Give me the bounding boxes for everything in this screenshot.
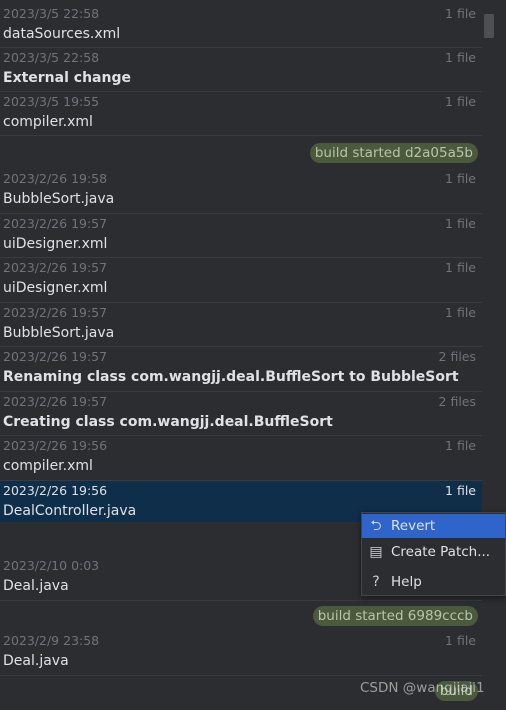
entry-title: uiDesigner.xml <box>3 236 108 252</box>
menu-item-label: Create Patch... <box>391 544 491 560</box>
label-row: build started d2a05a5b <box>0 141 482 165</box>
entry-file-count: 2 files <box>438 394 476 409</box>
menu-item-revert[interactable]: ⮌ Revert <box>362 514 505 538</box>
entry-date: 2023/3/5 22:58 <box>3 6 100 21</box>
build-label-chip[interactable]: build started 6989cccb <box>312 606 478 626</box>
entry-title: DealController.java <box>3 503 137 519</box>
local-history-list: 2023/3/5 22:58 1 file dataSources.xml 2023/… <box>0 0 482 710</box>
history-entry[interactable]: 2023/2/26 19:57 2 files Renaming class com… <box>0 347 482 392</box>
entry-title: External change <box>3 70 131 86</box>
history-entry[interactable]: 2023/2/26 19:57 1 file BubbleSort.java <box>0 303 482 347</box>
entry-file-count: 1 file <box>445 305 476 320</box>
entry-file-count: 1 file <box>445 94 476 109</box>
entry-title: uiDesigner.xml <box>3 280 108 296</box>
build-label-chip[interactable]: build started d2a05a5b <box>309 143 478 163</box>
history-entry[interactable]: 2023/2/26 19:57 2 files Creating class com… <box>0 392 482 436</box>
scrollbar-thumb[interactable] <box>484 14 494 38</box>
entry-file-count: 1 file <box>445 6 476 21</box>
history-entry[interactable]: 2023/2/26 19:57 1 file uiDesigner.xml <box>0 214 482 258</box>
entry-date: 2023/2/26 19:57 <box>3 305 108 320</box>
entry-title: Deal.java <box>3 578 69 594</box>
entry-file-count: 1 file <box>445 633 476 648</box>
entry-file-count: 1 file <box>445 438 476 453</box>
entry-file-count: 1 file <box>445 260 476 275</box>
entry-title: Creating class com.wangjj.deal.BuffleSor… <box>3 414 333 430</box>
history-entry[interactable]: 2023/3/5 22:58 1 file dataSources.xml <box>0 4 482 48</box>
revert-icon: ⮌ <box>370 518 382 534</box>
menu-item-label: Help <box>391 574 422 590</box>
menu-item-create-patch[interactable]: ▤ Create Patch... <box>362 540 505 564</box>
entry-date: 2023/2/26 19:57 <box>3 394 108 409</box>
menu-item-label: Revert <box>391 518 436 534</box>
entry-file-count: 1 file <box>445 50 476 65</box>
entry-file-count: 1 file <box>445 483 476 498</box>
entry-title: compiler.xml <box>3 114 93 130</box>
entry-file-count: 2 files <box>438 349 476 364</box>
entry-date: 2023/3/5 19:55 <box>3 94 100 109</box>
context-menu: ⮌ Revert ▤ Create Patch...? Help <box>361 512 506 596</box>
entry-date: 2023/2/26 19:56 <box>3 483 108 498</box>
entry-title: Renaming class com.wangjj.deal.BuffleSor… <box>3 369 459 385</box>
entry-date: 2023/2/26 19:58 <box>3 171 108 186</box>
entry-file-count: 1 file <box>445 216 476 231</box>
history-entry[interactable]: 2023/2/26 19:58 1 file BubbleSort.java <box>0 169 482 214</box>
entry-date: 2023/2/26 19:56 <box>3 438 108 453</box>
entry-date: 2023/2/26 19:57 <box>3 349 108 364</box>
entry-date: 2023/2/26 19:57 <box>3 216 108 231</box>
entry-title: BubbleSort.java <box>3 191 115 207</box>
entry-title: dataSources.xml <box>3 26 121 42</box>
entry-title: compiler.xml <box>3 458 93 474</box>
entry-date: 2023/2/26 19:57 <box>3 260 108 275</box>
entry-title: BubbleSort.java <box>3 325 115 341</box>
label-row: build started 6989cccb <box>0 604 482 628</box>
entry-date: 2023/2/10 0:03 <box>3 558 100 573</box>
watermark: CSDN @wangjiaji1 <box>360 680 485 696</box>
scrollbar[interactable] <box>484 0 506 710</box>
entry-date: 2023/3/5 22:58 <box>3 50 100 65</box>
history-entry[interactable]: 2023/3/5 19:55 1 file compiler.xml <box>0 92 482 136</box>
history-entry[interactable]: 2023/2/26 19:56 1 file compiler.xml <box>0 436 482 481</box>
entry-file-count: 1 file <box>445 171 476 186</box>
history-entry[interactable]: 2023/3/5 22:58 1 file External change <box>0 48 482 92</box>
menu-item-help[interactable]: ? Help <box>362 570 505 594</box>
entry-title: Deal.java <box>3 653 69 669</box>
entry-date: 2023/2/9 23:58 <box>3 633 100 648</box>
help-icon: ? <box>372 574 380 590</box>
history-entry[interactable]: 2023/2/9 23:58 1 file Deal.java <box>0 631 482 676</box>
patch-icon: ▤ <box>369 544 383 560</box>
history-entry[interactable]: 2023/2/26 19:57 1 file uiDesigner.xml <box>0 258 482 303</box>
